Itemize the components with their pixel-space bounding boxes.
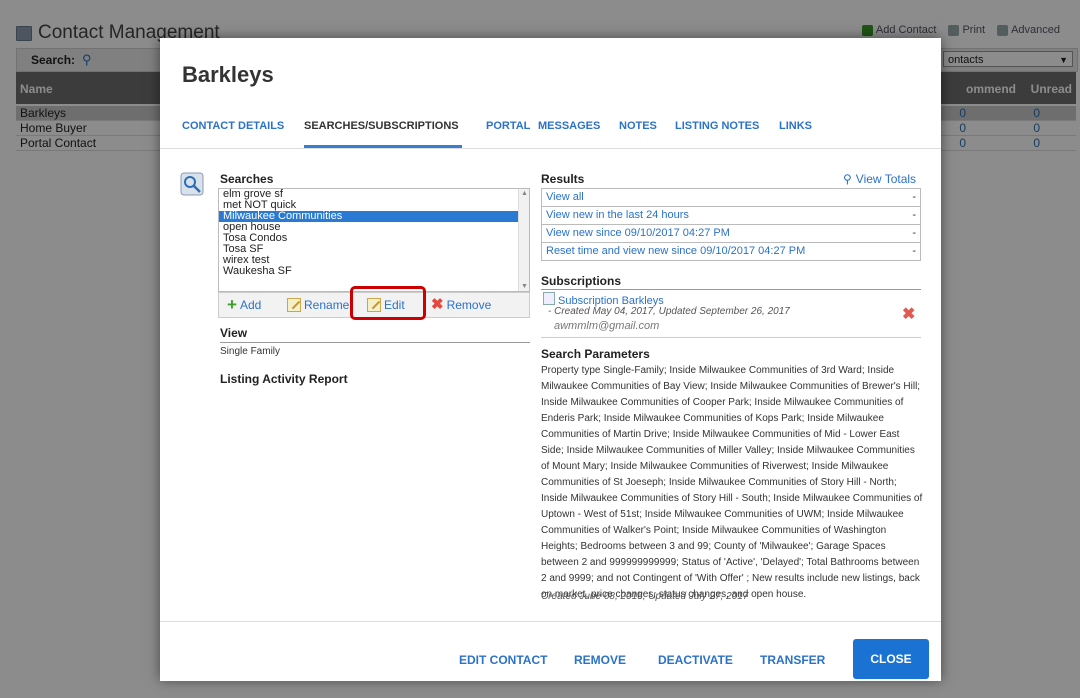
subscription-email: awmmlm@gmail.com xyxy=(554,320,660,332)
contact-name-title: Barkleys xyxy=(182,62,274,87)
active-tab-indicator xyxy=(304,145,462,148)
results-row[interactable]: Reset time and view new since 09/10/2017… xyxy=(542,243,920,261)
edit-contact-button[interactable]: EDIT CONTACT xyxy=(459,653,547,667)
searches-section-icon xyxy=(180,172,204,196)
rename-search-button[interactable]: Rename xyxy=(287,298,349,312)
tab-notes[interactable]: NOTES xyxy=(619,120,657,132)
subscriptions-heading: Subscriptions xyxy=(541,274,622,288)
contact-modal: Barkleys CONTACT DETAILS SEARCHES/SUBSCR… xyxy=(160,38,941,681)
list-scrollbar[interactable]: ▲ ▼ xyxy=(518,189,529,291)
edit-highlight-annotation xyxy=(350,286,426,320)
delete-subscription-icon[interactable]: ✖ xyxy=(902,304,915,324)
tab-listing-notes[interactable]: LISTING NOTES xyxy=(675,120,759,132)
results-heading: Results xyxy=(541,172,585,186)
tab-bar: CONTACT DETAILS SEARCHES/SUBSCRIPTIONS P… xyxy=(160,118,941,149)
close-button[interactable]: CLOSE xyxy=(853,639,929,679)
list-item[interactable]: Waukesha SF xyxy=(219,266,529,277)
subscription-link[interactable]: Subscription Barkleys xyxy=(543,292,664,307)
view-value: Single Family xyxy=(220,346,281,357)
subscriptions-divider xyxy=(541,289,921,290)
view-heading: View xyxy=(220,326,248,340)
results-row[interactable]: View new in the last 24 hours - xyxy=(542,207,920,225)
scroll-up-icon[interactable]: ▲ xyxy=(521,190,528,197)
rename-icon xyxy=(287,298,301,312)
listing-activity-heading[interactable]: Listing Activity Report xyxy=(220,372,348,386)
searches-heading: Searches xyxy=(220,172,274,186)
search-parameters-footer: Created June 08, 2016, Updated July 27, … xyxy=(541,591,749,602)
remove-contact-button[interactable]: REMOVE xyxy=(574,653,626,667)
modal-footer: EDIT CONTACT REMOVE DEACTIVATE TRANSFER … xyxy=(160,621,941,681)
search-parameters-heading: Search Parameters xyxy=(541,347,650,361)
list-item[interactable]: Tosa Condos xyxy=(219,233,529,244)
tab-portal[interactable]: PORTAL xyxy=(486,120,530,132)
results-row[interactable]: View all - xyxy=(542,189,920,207)
tab-messages[interactable]: MESSAGES xyxy=(538,120,600,132)
plus-icon: + xyxy=(227,295,237,314)
magnifier-icon: ⚲ xyxy=(843,172,852,186)
remove-search-button[interactable]: ✖ Remove xyxy=(431,296,491,313)
searches-list[interactable]: elm grove sf met NOT quick Milwaukee Com… xyxy=(218,188,530,292)
transfer-button[interactable]: TRANSFER xyxy=(760,653,825,667)
tab-contact-details[interactable]: CONTACT DETAILS xyxy=(182,120,284,132)
subscription-meta: - Created May 04, 2017, Updated Septembe… xyxy=(548,306,790,317)
tab-links[interactable]: LINKS xyxy=(779,120,812,132)
add-search-button[interactable]: + Add xyxy=(227,295,261,314)
view-totals-link[interactable]: ⚲ View Totals xyxy=(843,172,916,186)
deactivate-button[interactable]: DEACTIVATE xyxy=(658,653,733,667)
scroll-down-icon[interactable]: ▼ xyxy=(521,283,528,290)
results-row[interactable]: View new since 09/10/2017 04:27 PM - xyxy=(542,225,920,243)
subscription-icon xyxy=(543,292,555,305)
results-table: View all - View new in the last 24 hours -… xyxy=(541,188,921,261)
remove-icon: ✖ xyxy=(431,296,444,313)
view-divider xyxy=(220,342,530,343)
tab-searches-subscriptions[interactable]: SEARCHES/SUBSCRIPTIONS xyxy=(304,120,459,132)
search-parameters-text: Property type Single-Family; Inside Milw… xyxy=(541,365,923,600)
subscription-divider xyxy=(541,337,921,338)
